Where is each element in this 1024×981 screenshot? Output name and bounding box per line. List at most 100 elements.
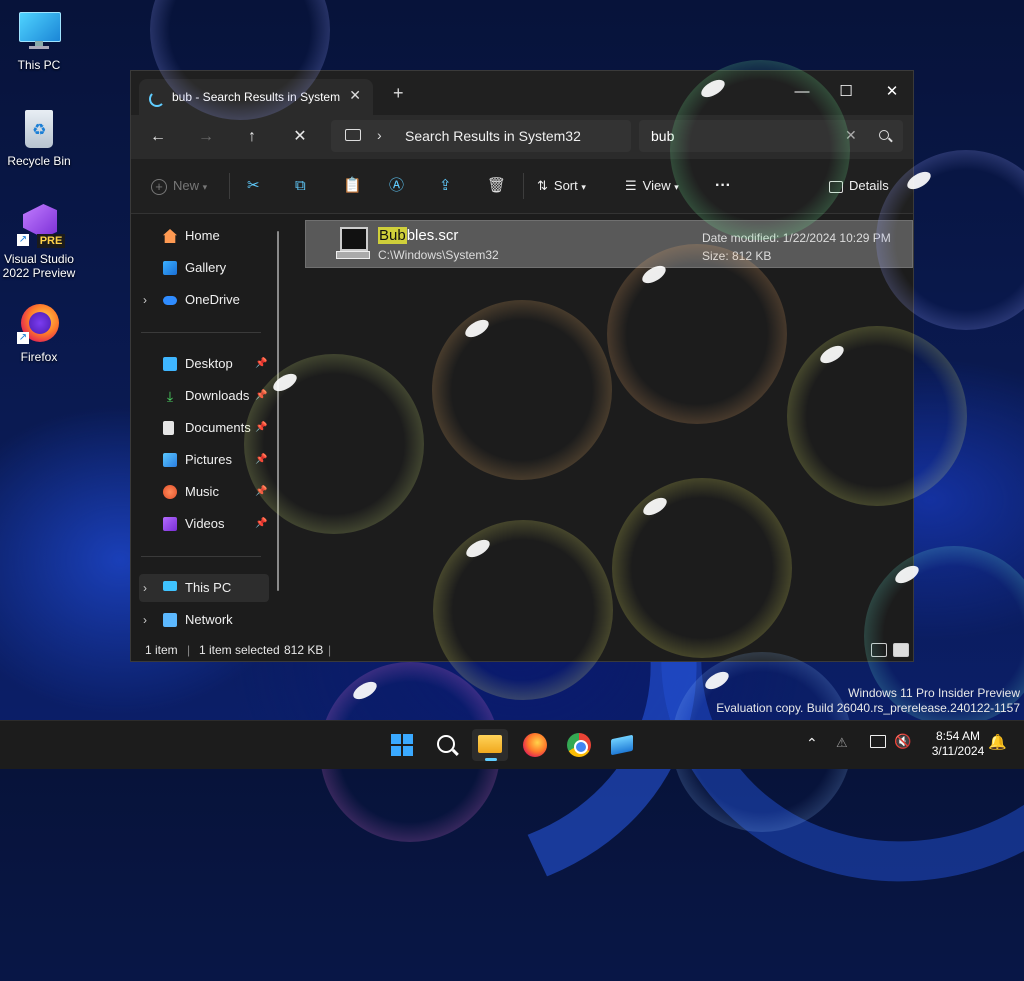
tab-search-results[interactable]: bub - Search Results in System ✕ bbox=[139, 79, 373, 115]
up-button[interactable]: ↑ bbox=[237, 123, 267, 151]
toolbar-divider bbox=[523, 173, 524, 199]
sidebar-item-label: Videos bbox=[185, 516, 225, 531]
sidebar-item-desktop[interactable]: Desktop 📌 bbox=[139, 350, 269, 378]
sidebar-item-label: Home bbox=[185, 228, 220, 243]
details-view-icon[interactable] bbox=[871, 643, 887, 657]
sidebar-item-documents[interactable]: Documents 📌 bbox=[139, 414, 269, 442]
paste-button[interactable]: 📋 bbox=[343, 175, 362, 197]
sidebar-item-label: OneDrive bbox=[185, 292, 240, 307]
ethernet-icon[interactable] bbox=[870, 735, 886, 748]
clock-date: 3/11/2024 bbox=[931, 744, 985, 758]
chevron-up-icon[interactable]: ⌃ bbox=[806, 735, 818, 752]
share-button[interactable]: ⇪ bbox=[439, 175, 452, 197]
close-tab-button[interactable]: ✕ bbox=[349, 87, 361, 104]
visual-studio-icon: PRE ↗ bbox=[17, 204, 65, 248]
back-button[interactable]: ← bbox=[143, 123, 173, 151]
results-pane: Bubbles.scr C:\Windows\System32 Date mod… bbox=[291, 214, 913, 634]
close-window-button[interactable]: ✕ bbox=[869, 77, 915, 107]
pin-icon: 📌 bbox=[255, 486, 268, 497]
more-options-button[interactable]: ··· bbox=[715, 175, 731, 197]
chevron-right-icon[interactable]: › bbox=[143, 574, 147, 602]
music-icon bbox=[163, 485, 177, 499]
address-text: Search Results in System32 bbox=[405, 128, 581, 144]
view-label: View bbox=[642, 178, 671, 193]
copy-button[interactable]: ⧉ bbox=[295, 175, 306, 197]
taskbar-search-button[interactable] bbox=[428, 729, 464, 761]
rename-button[interactable]: Ⓐ bbox=[389, 175, 404, 197]
sort-button[interactable]: ⇅ Sort ▾ bbox=[537, 175, 586, 197]
recycle-bin-icon: ♻ bbox=[17, 106, 61, 150]
new-label: New bbox=[173, 178, 200, 193]
tab-title: bub - Search Results in System bbox=[172, 90, 341, 104]
taskbar-clock[interactable]: 8:54 AM 3/11/2024 bbox=[918, 729, 998, 759]
pin-icon: 📌 bbox=[255, 358, 268, 369]
document-icon bbox=[163, 421, 174, 435]
sidebar-scrollbar[interactable] bbox=[277, 231, 279, 591]
cut-button[interactable]: ✂ bbox=[247, 175, 260, 197]
pin-icon: 📌 bbox=[255, 422, 268, 433]
sidebar-item-label: Documents bbox=[185, 420, 251, 435]
sidebar-item-label: Gallery bbox=[185, 260, 227, 275]
list-item[interactable]: Bubbles.scr C:\Windows\System32 Date mod… bbox=[305, 220, 913, 268]
shortcut-arrow-icon: ↗ bbox=[17, 234, 29, 246]
taskbar-file-explorer[interactable] bbox=[472, 729, 508, 761]
sidebar-item-label: This PC bbox=[185, 580, 232, 595]
home-icon bbox=[163, 229, 177, 243]
details-button[interactable]: Details bbox=[829, 175, 889, 197]
sidebar-item-music[interactable]: Music 📌 bbox=[139, 478, 269, 506]
sidebar-item-onedrive[interactable]: › OneDrive bbox=[139, 286, 269, 314]
new-tab-button[interactable]: + bbox=[393, 83, 404, 104]
desktop-icon-recycle-bin[interactable]: ♻ Recycle Bin bbox=[1, 106, 77, 168]
sidebar-item-home[interactable]: Home bbox=[139, 222, 269, 250]
notification-bell-icon[interactable]: 🔔 bbox=[988, 733, 1007, 751]
sidebar-item-label: Downloads bbox=[185, 388, 250, 403]
chevron-right-icon[interactable]: › bbox=[143, 286, 147, 314]
sidebar-item-label: Network bbox=[185, 612, 233, 627]
picture-icon bbox=[163, 453, 177, 467]
sidebar-item-label: Music bbox=[185, 484, 219, 499]
network-disconnected-icon[interactable]: ⚠ bbox=[836, 735, 848, 751]
copy-icon: ⧉ bbox=[295, 177, 306, 194]
desktop-icon-firefox[interactable]: ↗ Firefox bbox=[1, 302, 77, 364]
view-button[interactable]: ☰ View ▾ bbox=[625, 175, 679, 197]
desktop-icon-label: Visual Studio bbox=[4, 252, 74, 266]
taskbar-firefox[interactable] bbox=[516, 729, 552, 761]
maximize-button[interactable]: ☐ bbox=[823, 77, 869, 107]
computer-icon bbox=[345, 129, 361, 141]
volume-muted-icon[interactable]: 🔇 bbox=[894, 733, 911, 750]
sidebar-item-gallery[interactable]: Gallery bbox=[139, 254, 269, 282]
monitor-icon bbox=[163, 581, 177, 591]
navigation-pane: Home Gallery › OneDrive Desktop 📌 ⤓ Down… bbox=[131, 214, 277, 634]
search-input[interactable]: bub ✕ bbox=[639, 120, 903, 152]
minimize-button[interactable]: — bbox=[779, 77, 825, 107]
desktop-icon-this-pc[interactable]: This PC bbox=[1, 10, 77, 72]
watermark-line: Windows 11 Pro Insider Preview bbox=[848, 686, 1020, 700]
sidebar-item-this-pc[interactable]: › This PC bbox=[139, 574, 269, 602]
new-button[interactable]: + New ▾ bbox=[151, 175, 207, 197]
desktop-icon-label: Firefox bbox=[20, 350, 58, 364]
file-explorer-icon bbox=[478, 735, 502, 753]
loading-spinner-icon bbox=[149, 91, 165, 107]
clear-search-button[interactable]: ✕ bbox=[845, 127, 857, 144]
firefox-icon bbox=[523, 733, 547, 757]
tiles-view-icon[interactable] bbox=[893, 643, 909, 657]
sidebar-item-videos[interactable]: Videos 📌 bbox=[139, 510, 269, 538]
delete-button[interactable]: 🗑 bbox=[487, 175, 506, 197]
taskbar-chrome[interactable] bbox=[560, 729, 596, 761]
sort-icon: ⇅ bbox=[537, 178, 548, 193]
address-bar[interactable]: › Search Results in System32 bbox=[331, 120, 631, 152]
sidebar-item-pictures[interactable]: Pictures 📌 bbox=[139, 446, 269, 474]
clock-time: 8:54 AM bbox=[935, 729, 981, 743]
taskbar-sandbox[interactable] bbox=[604, 729, 640, 761]
chevron-right-icon[interactable]: › bbox=[143, 606, 147, 634]
status-divider: | bbox=[187, 643, 191, 657]
status-divider: | bbox=[328, 643, 332, 657]
start-button[interactable] bbox=[384, 729, 420, 761]
evaluation-watermark: Windows 11 Pro Insider Preview Evaluatio… bbox=[716, 686, 1020, 716]
desktop-icon-visual-studio[interactable]: PRE ↗ Visual Studio 2022 Preview bbox=[1, 204, 77, 280]
sidebar-item-downloads[interactable]: ⤓ Downloads 📌 bbox=[139, 382, 269, 410]
search-icon[interactable] bbox=[879, 130, 889, 140]
forward-button[interactable]: → bbox=[191, 123, 221, 151]
stop-button[interactable]: ✕ bbox=[285, 123, 315, 151]
sidebar-item-network[interactable]: › Network bbox=[139, 606, 269, 634]
